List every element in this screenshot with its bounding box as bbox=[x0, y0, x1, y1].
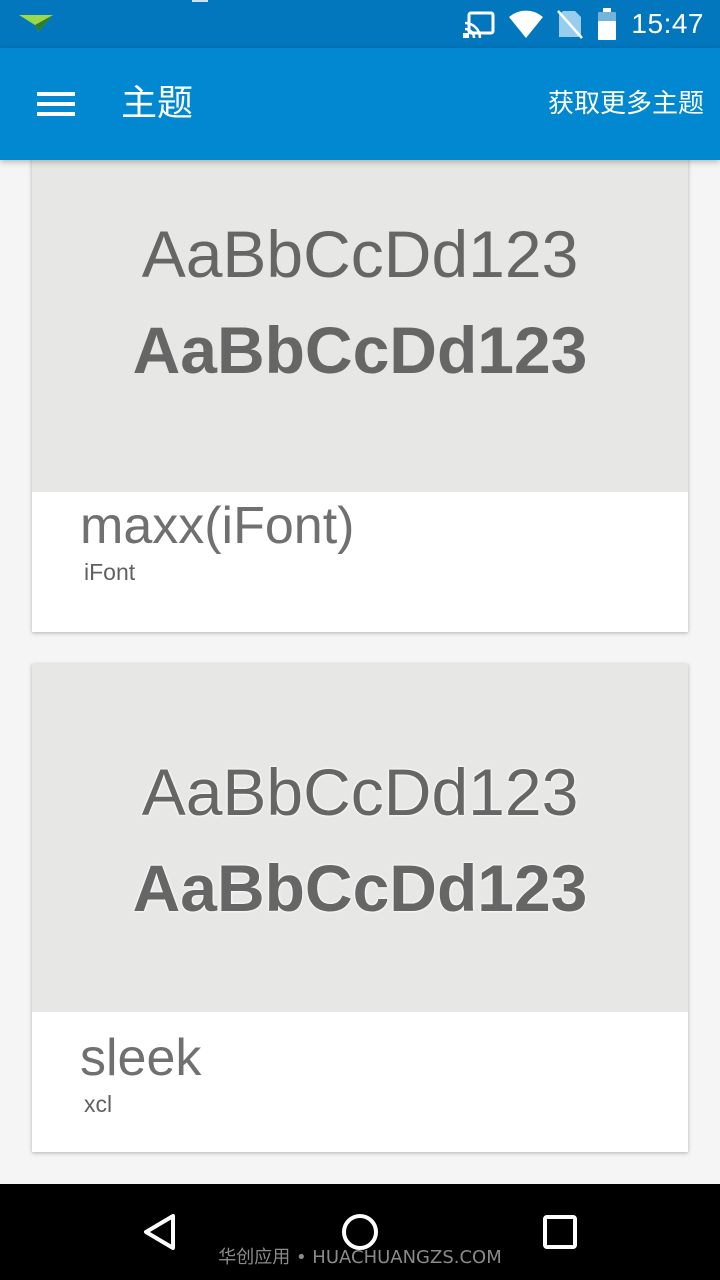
theme-screen: 15:47 主题 获取更多主题 AaBbCcDd123 AaBbCcDd123 … bbox=[0, 0, 720, 1280]
font-theme-card[interactable]: AaBbCcDd123 AaBbCcDd123 maxx(iFont) iFon… bbox=[32, 160, 688, 632]
system-navigation-bar: 华创应用 • HUACHUANGZS.COM bbox=[0, 1184, 720, 1280]
wifi-icon bbox=[509, 10, 544, 38]
font-theme-list[interactable]: AaBbCcDd123 AaBbCcDd123 maxx(iFont) iFon… bbox=[0, 160, 720, 1184]
get-more-themes-button[interactable]: 获取更多主题 bbox=[548, 84, 704, 124]
preview-regular-text: AaBbCcDd123 bbox=[141, 755, 579, 829]
font-author: iFont bbox=[84, 559, 136, 585]
preview-regular-text: AaBbCcDd123 bbox=[141, 217, 579, 291]
status-icons: 15:47 bbox=[463, 0, 704, 48]
app-notification-icon bbox=[19, 15, 53, 32]
font-author: xcl bbox=[84, 1091, 113, 1117]
cast-icon bbox=[463, 11, 495, 38]
font-name: sleek bbox=[80, 1029, 202, 1087]
recents-icon bbox=[543, 1215, 577, 1249]
status-bar: 15:47 bbox=[0, 0, 720, 48]
hamburger-menu-icon bbox=[37, 92, 75, 116]
font-preview: AaBbCcDd123 AaBbCcDd123 bbox=[32, 160, 688, 492]
preview-bold-text: AaBbCcDd123 bbox=[132, 851, 588, 925]
font-preview: AaBbCcDd123 AaBbCcDd123 bbox=[32, 664, 688, 1012]
no-sim-icon bbox=[557, 10, 584, 39]
status-time: 15:47 bbox=[631, 8, 704, 39]
navigation-menu-button[interactable] bbox=[24, 76, 88, 132]
battery-icon bbox=[598, 8, 617, 40]
font-name: maxx(iFont) bbox=[80, 497, 355, 555]
preview-bold-text: AaBbCcDd123 bbox=[132, 313, 588, 387]
app-bar: 主题 获取更多主题 bbox=[0, 48, 720, 160]
font-theme-card[interactable]: AaBbCcDd123 AaBbCcDd123 sleek xcl bbox=[32, 664, 688, 1152]
page-title: 主题 bbox=[121, 83, 194, 124]
status-indicator-mark bbox=[192, 0, 208, 2]
watermark: 华创应用 • HUACHUANGZS.COM bbox=[218, 1247, 502, 1268]
